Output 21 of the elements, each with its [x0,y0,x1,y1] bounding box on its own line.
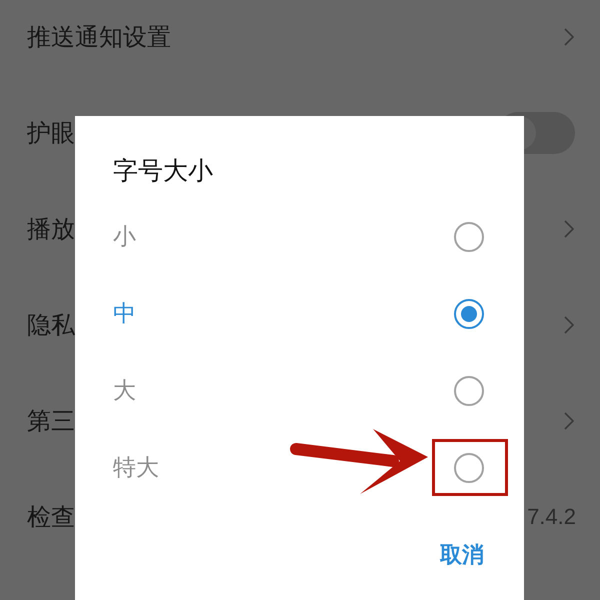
radio-button[interactable] [454,376,484,406]
chevron-icon [564,316,574,334]
version-text: 7.4.2 [527,504,576,530]
option-label: 大 [113,377,136,406]
radio-button[interactable] [454,452,484,482]
radio-button[interactable] [454,222,484,252]
setting-label: 第三 [27,406,75,437]
option-label: 中 [113,300,136,329]
setting-label: 推送通知设置 [27,22,171,53]
option-label: 特大 [113,454,159,483]
radio-button[interactable] [454,298,484,328]
setting-label: 护眼 [27,118,75,149]
chevron-icon [564,412,574,430]
cancel-button[interactable]: 取消 [440,536,484,574]
chevron-icon [564,220,574,238]
dialog-title: 字号大小 [113,155,214,187]
setting-label: 播放 [27,214,75,245]
chevron-icon [564,28,574,46]
setting-label: 检查 [27,502,75,533]
setting-label: 隐私 [27,310,75,341]
option-label: 小 [113,223,136,252]
